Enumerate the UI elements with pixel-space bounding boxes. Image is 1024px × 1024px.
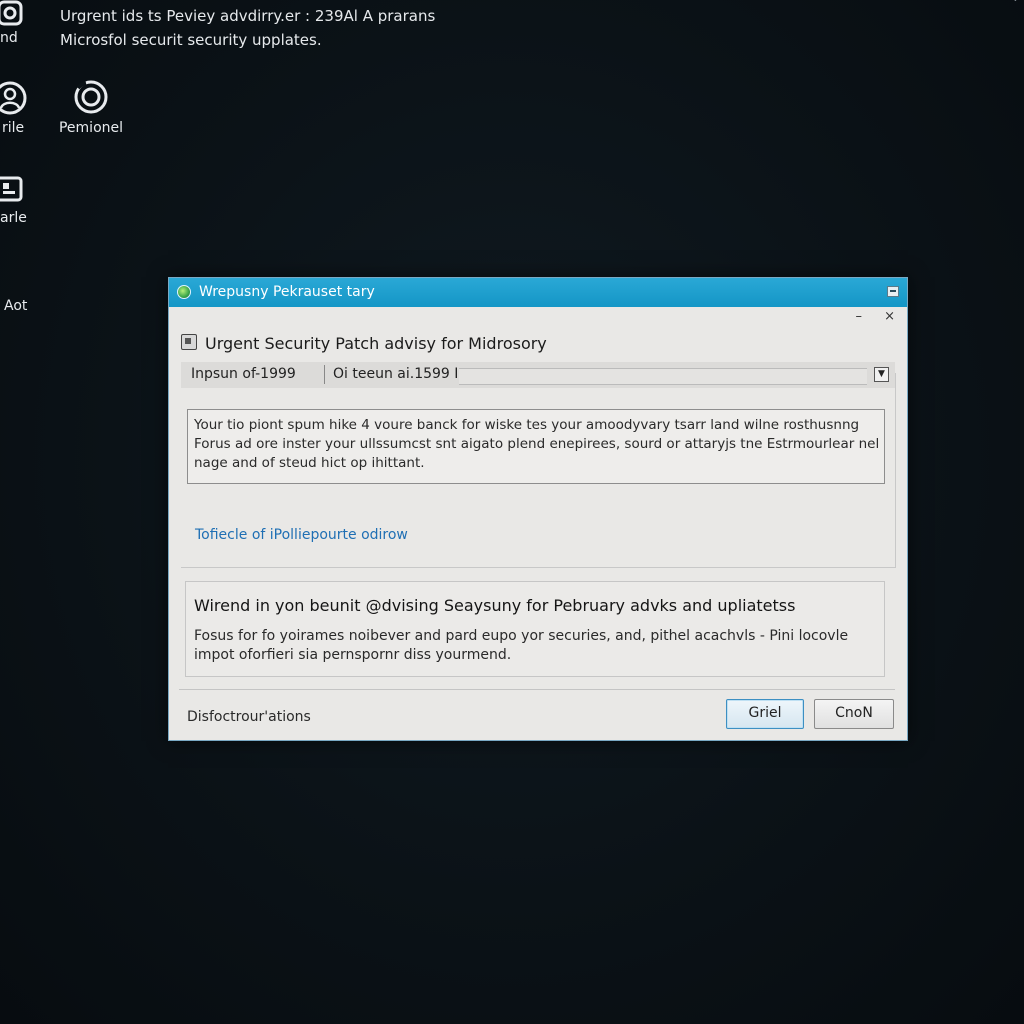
desktop-icon-user[interactable]: rile bbox=[0, 80, 30, 136]
section-body: Fosus for fo yoirames noibever and pard … bbox=[194, 627, 848, 665]
app-icon bbox=[177, 285, 191, 299]
desktop-icon-label: Aot bbox=[4, 298, 28, 314]
dialog-title: Wrepusny Pekrauset tary bbox=[199, 284, 375, 300]
desktop-icon-camera[interactable]: nd bbox=[0, 0, 32, 46]
dialog-titlebar[interactable]: Wrepusny Pekrauset tary bbox=[169, 278, 907, 307]
dialog-heading: Urgent Security Patch advisy for Midroso… bbox=[181, 334, 547, 353]
target-icon bbox=[74, 80, 108, 114]
desktop: Urgrent ids ts Peviey advdirry.er : 239A… bbox=[0, 0, 1024, 1024]
message-line: Your tio piont spum hike 4 voure banck f… bbox=[194, 417, 860, 433]
secondary-button[interactable]: CnoN bbox=[814, 699, 894, 729]
user-icon bbox=[0, 81, 27, 115]
desktop-icon-folder[interactable]: arle bbox=[0, 172, 30, 226]
dropdown-chevron-icon[interactable]: ▼ bbox=[874, 367, 889, 382]
advisory-field-track bbox=[459, 368, 867, 385]
window-controls: – × bbox=[837, 309, 895, 324]
message-line: Forus ad ore inster your ullssumcst snt … bbox=[194, 436, 878, 452]
footer-divider bbox=[179, 689, 895, 690]
minimize-button[interactable]: – bbox=[855, 309, 862, 324]
advisory-link[interactable]: Tofiecle of iPolliepourte odirow bbox=[195, 527, 408, 543]
section-line: impot oforfieri sia pernspornr diss your… bbox=[194, 647, 512, 663]
advisory-field-2: Oi teeun ai.1599 I bbox=[333, 366, 459, 382]
desktop-icon-label: Pemionel bbox=[58, 120, 124, 136]
corner-mark: ‘ bbox=[1013, 0, 1018, 12]
shield-icon bbox=[181, 334, 197, 350]
advisory-message-box: Your tio piont spum hike 4 voure banck f… bbox=[187, 409, 885, 484]
desktop-icon-label: arle bbox=[0, 210, 27, 226]
primary-button[interactable]: Griel bbox=[726, 699, 804, 729]
notification-subtitle: Microsfol securit security upplates. bbox=[60, 31, 322, 49]
advisory-field-1: Inpsun of-1999 bbox=[191, 366, 296, 382]
desktop-icon-label: nd bbox=[0, 30, 18, 46]
desktop-icon-pemionel[interactable]: Pemionel bbox=[52, 78, 130, 136]
section-title: Wirend in yon beunit @dvising Seaysuny f… bbox=[194, 596, 796, 615]
notification-banner[interactable]: Urgrent ids ts Peviey advdirry.er : 239A… bbox=[60, 4, 435, 52]
message-line: nage and of steud hict op ihittant. bbox=[194, 455, 425, 471]
titlebar-minimize-icon[interactable] bbox=[887, 286, 899, 297]
dialog-heading-text: Urgent Security Patch advisy for Midroso… bbox=[205, 334, 547, 353]
camera-icon bbox=[0, 0, 23, 26]
desktop-icon-label: rile bbox=[2, 120, 25, 136]
advisory-section-panel: Wirend in yon beunit @dvising Seaysuny f… bbox=[185, 581, 885, 677]
footer-text: Disfoctrour'ations bbox=[187, 709, 311, 725]
folder-icon bbox=[0, 176, 23, 202]
notification-title: Urgrent ids ts Peviey advdirry.er : 239A… bbox=[60, 7, 436, 25]
field-separator bbox=[324, 365, 325, 384]
security-advisory-dialog: Wrepusny Pekrauset tary – × Urgent Secur… bbox=[168, 277, 908, 741]
close-button[interactable]: × bbox=[884, 309, 895, 324]
desktop-icon-aot[interactable]: Aot bbox=[4, 298, 27, 314]
advisory-info-bar: Inpsun of-1999 Oi teeun ai.1599 I ▼ bbox=[181, 362, 895, 388]
section-line: Fosus for fo yoirames noibever and pard … bbox=[194, 628, 849, 644]
